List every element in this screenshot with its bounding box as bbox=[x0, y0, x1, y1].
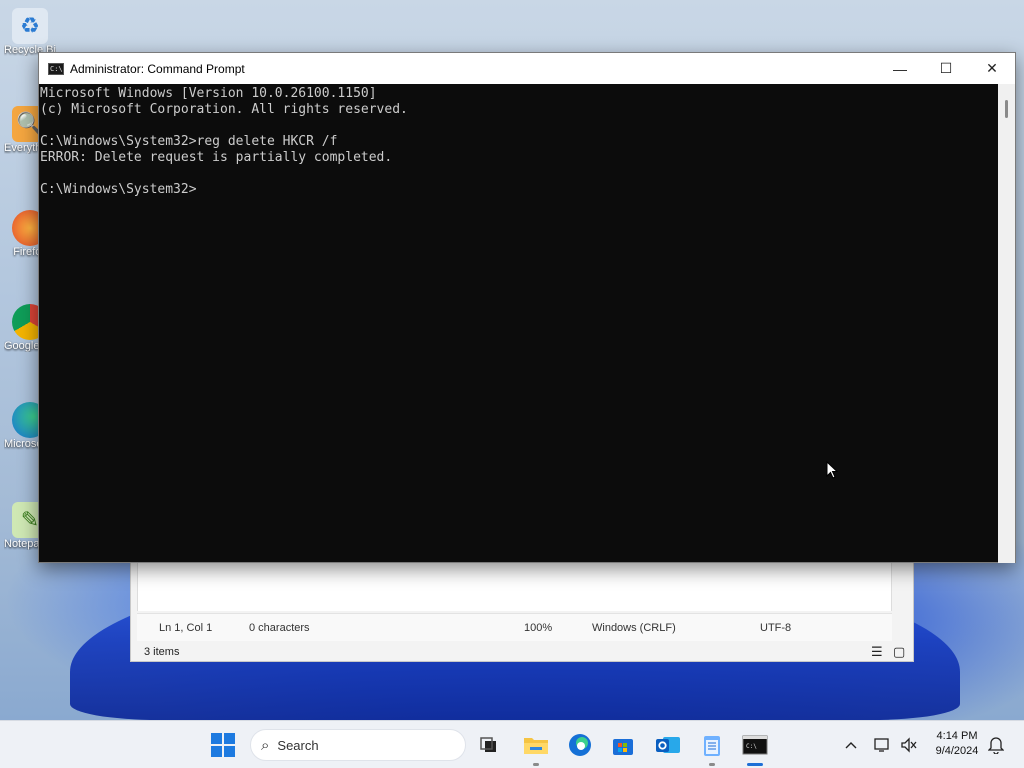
console-line: Microsoft Windows [Version 10.0.26100.11… bbox=[40, 86, 377, 101]
windows-logo-tile bbox=[224, 746, 235, 757]
console-line: (c) Microsoft Corporation. All rights re… bbox=[40, 102, 408, 117]
windows-logo-tile bbox=[211, 746, 222, 757]
network-icon[interactable] bbox=[874, 721, 892, 768]
character-count: 0 characters bbox=[249, 622, 310, 634]
start-button[interactable] bbox=[211, 733, 235, 757]
clock-date: 9/4/2024 bbox=[935, 745, 979, 757]
store-icon[interactable] bbox=[609, 731, 637, 759]
search-placeholder: Search bbox=[277, 737, 319, 753]
command-prompt-window[interactable]: C:\ Administrator: Command Prompt — ☐ ✕ … bbox=[38, 52, 1016, 563]
notification-bell-icon[interactable] bbox=[988, 721, 1004, 768]
windows-logo-icon bbox=[211, 733, 222, 744]
mouse-cursor-icon bbox=[826, 461, 838, 479]
task-view-icon[interactable] bbox=[475, 731, 503, 759]
tray-overflow-chevron[interactable] bbox=[845, 721, 857, 768]
system-clock[interactable]: 4:14 PM 9/4/2024 bbox=[928, 729, 986, 759]
chevron-up-icon bbox=[845, 742, 857, 749]
close-button[interactable]: ✕ bbox=[969, 53, 1015, 84]
scrollbar-thumb[interactable] bbox=[1005, 100, 1008, 118]
file-explorer-icon[interactable] bbox=[522, 731, 550, 759]
cursor-position: Ln 1, Col 1 bbox=[159, 622, 213, 634]
background-window[interactable]: Ln 1, Col 1 0 characters 100% Windows (C… bbox=[130, 560, 914, 662]
cmd-titlebar[interactable]: C:\ Administrator: Command Prompt — ☐ ✕ bbox=[39, 53, 1015, 84]
console-line: ERROR: Delete request is partially compl… bbox=[40, 150, 393, 165]
volume-muted-icon[interactable] bbox=[900, 721, 918, 768]
desktop-icon-recycle-bin[interactable]: ♻ Recycle Bin bbox=[4, 8, 56, 56]
notepad-status-bar: Ln 1, Col 1 0 characters 100% Windows (C… bbox=[137, 613, 892, 641]
windows-logo-tile bbox=[224, 733, 235, 744]
line-endings: Windows (CRLF) bbox=[592, 622, 676, 634]
explorer-status-bar: 3 items ☰ ▢ bbox=[137, 643, 913, 661]
maximize-button[interactable]: ☐ bbox=[923, 53, 969, 84]
notepad-edit-area[interactable] bbox=[137, 561, 892, 611]
console-prompt-line: C:\Windows\System32> bbox=[40, 182, 197, 197]
active-app-indicator bbox=[747, 763, 763, 766]
running-indicator bbox=[709, 763, 715, 766]
taskbar-search-box[interactable]: ⌕ Search bbox=[250, 729, 466, 761]
minimize-button[interactable]: — bbox=[877, 53, 923, 84]
running-indicator bbox=[533, 763, 539, 766]
edge-taskbar-icon[interactable] bbox=[566, 731, 594, 759]
zoom-level: 100% bbox=[524, 622, 553, 634]
encoding: UTF-8 bbox=[760, 622, 792, 634]
tiles-view-icon[interactable]: ▢ bbox=[893, 644, 905, 660]
cmd-title: Administrator: Command Prompt bbox=[70, 61, 245, 76]
console-line: C:\Windows\System32>reg delete HKCR /f bbox=[40, 134, 338, 149]
recycle-bin-icon: ♻ bbox=[12, 8, 48, 44]
terminal-icon[interactable]: C:\ bbox=[741, 731, 769, 759]
cmd-scrollbar[interactable] bbox=[998, 84, 1015, 563]
cmd-app-icon: C:\ bbox=[48, 62, 64, 75]
items-count: 3 items bbox=[144, 646, 180, 658]
notepad-icon[interactable] bbox=[698, 731, 726, 759]
svg-text:C:\: C:\ bbox=[746, 743, 757, 750]
details-view-icon[interactable]: ☰ bbox=[871, 644, 883, 660]
taskbar: ⌕ Search C:\ 4:14 PM 9/4/2024 bbox=[0, 720, 1024, 768]
search-icon: ⌕ bbox=[261, 736, 270, 754]
clock-time: 4:14 PM bbox=[936, 730, 978, 742]
cmd-console-output[interactable]: Microsoft Windows [Version 10.0.26100.11… bbox=[39, 84, 999, 563]
outlook-icon[interactable] bbox=[654, 731, 682, 759]
